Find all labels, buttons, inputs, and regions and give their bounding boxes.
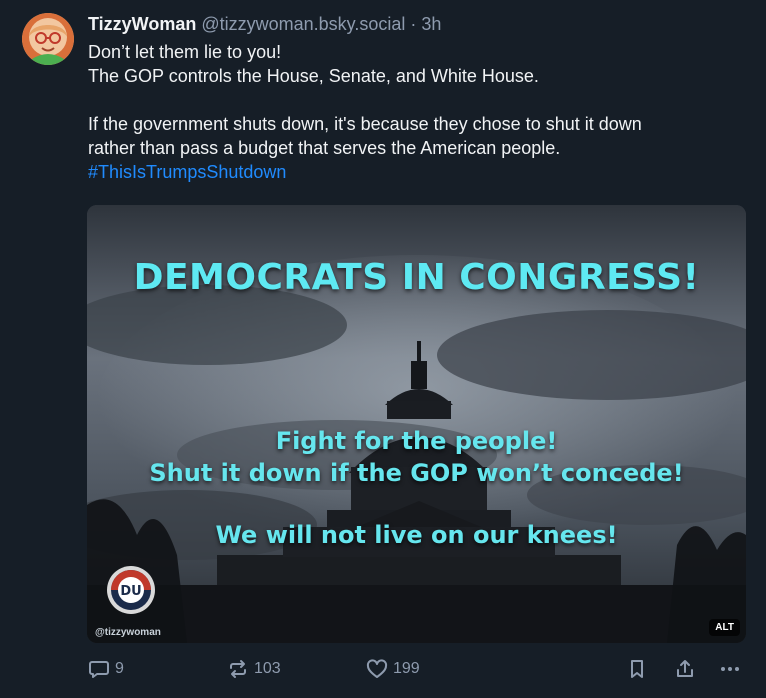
meme-headline: DEMOCRATS IN CONGRESS! [133,257,700,298]
post-header: TizzyWoman @tizzywoman.bsky.social · 3h [88,12,441,36]
repost-button[interactable]: 103 [227,655,281,683]
avatar[interactable] [22,13,74,65]
share-icon [677,660,693,677]
more-button[interactable] [719,655,741,683]
alt-badge[interactable]: ALT [709,619,740,636]
meme-line: We will not live on our knees! [215,521,618,549]
post-image[interactable]: DEMOCRATS IN CONGRESS! Fight for the peo… [87,205,746,643]
separator: · [410,14,417,34]
bookmark-icon [631,660,643,678]
post-actions: 9 103 199 [0,655,766,683]
logo-badge: DU [107,566,155,614]
post-time[interactable]: 3h [421,14,441,34]
reply-icon [89,661,109,678]
like-count: 199 [393,660,420,677]
meme-line: Shut it down if the GOP won’t concede! [149,459,684,487]
post-line: Don’t let them lie to you! [88,42,282,62]
repost-count: 103 [254,660,281,677]
share-button[interactable] [674,655,696,683]
author-handle[interactable]: @tizzywoman.bsky.social [201,14,405,34]
reply-count: 9 [115,660,124,677]
repost-icon [230,660,246,678]
watermark-text: @tizzywoman [95,627,161,638]
more-icon [721,667,739,671]
reply-button[interactable]: 9 [88,655,124,683]
author-display-name[interactable]: TizzyWoman [88,14,196,34]
post-line: The GOP controls the House, Senate, and … [88,66,539,86]
logo-text: DU [120,584,141,599]
meme-line: Fight for the people! [275,427,558,455]
du-logo: DU [106,565,156,615]
post-line: If the government shuts down, it's becau… [88,114,642,134]
bookmark-button[interactable] [626,655,648,683]
post-line: rather than pass a budget that serves th… [88,138,561,158]
like-button[interactable]: 199 [366,655,420,683]
hashtag-link[interactable]: #ThisIsTrumpsShutdown [88,160,748,184]
post: TizzyWoman @tizzywoman.bsky.social · 3h … [0,0,766,698]
avatar-image [22,13,74,65]
post-text: Don’t let them lie to you! The GOP contr… [88,40,748,184]
heart-icon [366,659,388,678]
